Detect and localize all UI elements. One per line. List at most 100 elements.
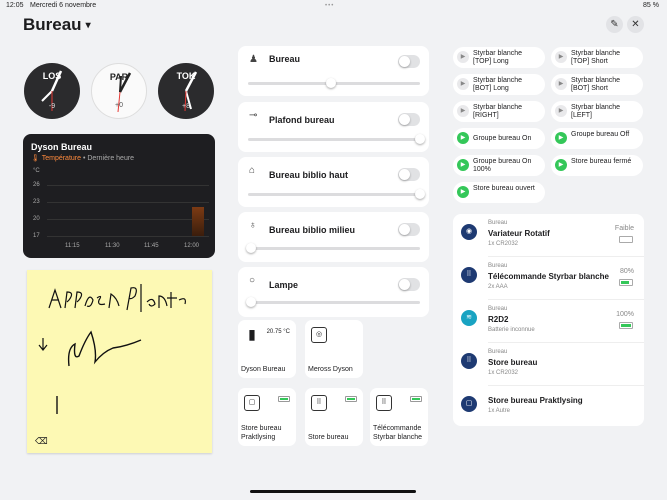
battery-icon	[619, 236, 633, 243]
temperature-chart-card[interactable]: Dyson Bureau 🌡 Température • Dernière he…	[23, 134, 215, 258]
scene-label: Styrbar blanche [BOT] Long	[473, 77, 523, 92]
tile-meross-dyson[interactable]: ◎ Meross Dyson	[305, 320, 363, 378]
scene-button[interactable]: ▶ Styrbar blanche [TOP] Short	[551, 47, 643, 68]
chevron-down-icon[interactable]: ▾	[86, 20, 91, 31]
light-toggle[interactable]	[398, 55, 420, 68]
sticky-note[interactable]: ⌫	[27, 270, 212, 453]
light-name: Plafond bureau	[269, 115, 335, 125]
clock-city: PAR	[109, 72, 129, 82]
device-battery-type: Batterie inconnue	[488, 327, 535, 333]
play-icon: ▶	[457, 186, 469, 198]
eraser-icon[interactable]: ⌫	[35, 436, 48, 447]
gridline	[47, 185, 209, 186]
bulb-icon: ♁	[249, 220, 257, 231]
tile-store-praktlysing[interactable]: ▢ Store bureau Praktlysing	[238, 388, 296, 446]
battery-level-text: 80%	[619, 268, 634, 275]
slider-thumb[interactable]	[246, 297, 256, 307]
battery-icon	[278, 396, 290, 402]
slider-thumb[interactable]	[246, 243, 256, 253]
multitask-dots[interactable]: •••	[325, 3, 334, 9]
clock-tok[interactable]: TOK +8	[158, 63, 214, 119]
tile-label: Store bureau	[308, 434, 349, 441]
light-toggle[interactable]	[398, 278, 420, 291]
brightness-slider[interactable]	[248, 134, 425, 144]
scene-button[interactable]: ▶ Styrbar blanche [BOT] Short	[551, 74, 643, 95]
gridline	[47, 236, 209, 237]
battery-fill	[621, 281, 629, 284]
scene-button[interactable]: ▶ Styrbar blanche [LEFT]	[551, 101, 643, 122]
light-card-bureau[interactable]: ♟ Bureau	[238, 46, 429, 96]
device-room: Bureau	[488, 220, 508, 226]
scene-button[interactable]: ▶ Store bureau fermé	[551, 155, 643, 176]
brightness-slider[interactable]	[246, 243, 420, 253]
light-card-lampe[interactable]: ○ Lampe	[238, 267, 429, 317]
scene-button[interactable]: ▶ Styrbar blanche [RIGHT]	[453, 101, 545, 122]
play-icon: ▶	[457, 105, 469, 117]
light-card-biblio-haut[interactable]: ⌂ Bureau biblio haut	[238, 157, 429, 207]
tile-telecommande-styrbar[interactable]: ⠿ Télécommande Styrbar blanche	[370, 388, 428, 446]
tile-label: Télécommande Styrbar blanche	[373, 425, 423, 441]
edit-button[interactable]: ✎	[606, 16, 623, 33]
chart-metric: Température	[41, 155, 82, 162]
light-card-plafond[interactable]: ⊸ Plafond bureau	[238, 102, 429, 152]
battery-icon	[619, 279, 633, 286]
remote-icon: ⠿	[461, 353, 477, 369]
scene-button[interactable]: ▶ Styrbar blanche [TOP] Long	[453, 47, 545, 68]
clock-city: TOK	[176, 71, 196, 81]
x-tick: 12:00	[184, 243, 200, 249]
light-card-biblio-milieu[interactable]: ♁ Bureau biblio milieu	[238, 212, 429, 262]
device-name: Store bureau Praktlysing	[488, 396, 583, 405]
brightness-slider[interactable]	[246, 297, 420, 307]
device-name: Variateur Rotatif	[488, 229, 550, 238]
scene-button[interactable]: ▶ Groupe bureau On	[453, 128, 545, 149]
play-icon: ▶	[555, 51, 567, 63]
brightness-slider[interactable]	[248, 189, 425, 199]
close-button[interactable]: ✕	[627, 16, 644, 33]
clock-offset: -9	[48, 103, 56, 110]
device-row[interactable]: ⠿ Bureau Télécommande Styrbar blanche 2x…	[453, 257, 644, 299]
blind-icon: ▢	[461, 396, 477, 412]
slider-thumb[interactable]	[415, 189, 425, 199]
scene-button[interactable]: ▶ Styrbar blanche [BOT] Long	[453, 74, 545, 95]
clock-city: LOS	[42, 71, 62, 81]
device-battery-type: 1x CR2032	[488, 370, 519, 376]
tile-dyson-bureau[interactable]: ▮ 20.75 °C Dyson Bureau	[238, 320, 296, 378]
scene-button[interactable]: ▶ Store bureau ouvert	[453, 182, 545, 203]
device-row[interactable]: ◉ Bureau Variateur Rotatif 1x CR2032 Fai…	[453, 214, 644, 256]
scene-button[interactable]: ▶ Groupe bureau Off	[551, 128, 643, 149]
tile-store-bureau[interactable]: ⠿ Store bureau	[305, 388, 363, 446]
page-title[interactable]: Bureau ▾	[23, 15, 91, 35]
device-row[interactable]: ⠿ Bureau Store bureau 1x CR2032	[453, 343, 644, 385]
device-name: Store bureau	[488, 358, 538, 367]
slider-thumb[interactable]	[325, 78, 336, 88]
device-row[interactable]: ▢ Store bureau Praktlysing 1x Autre	[453, 386, 644, 428]
scene-label: Groupe bureau Off	[571, 131, 630, 138]
play-icon: ▶	[555, 159, 567, 171]
clock-par[interactable]: PAR +0	[91, 63, 147, 119]
round-lamp-icon: ○	[249, 275, 256, 286]
light-toggle[interactable]	[398, 223, 420, 236]
clock-los[interactable]: LOS -9	[24, 63, 80, 119]
light-toggle[interactable]	[398, 168, 420, 181]
chart-subtitle: 🌡 Température • Dernière heure	[31, 154, 134, 162]
slider-thumb[interactable]	[415, 134, 425, 144]
device-row[interactable]: ≋ Bureau R2D2 Batterie inconnue 100%	[453, 300, 644, 342]
chart-bar	[192, 207, 204, 236]
scene-button[interactable]: ▶ Groupe bureau On 100%	[453, 155, 545, 176]
scene-label: Store bureau fermé	[571, 158, 632, 165]
light-name: Bureau biblio milieu	[269, 225, 356, 235]
light-toggle[interactable]	[398, 113, 420, 126]
brightness-slider[interactable]	[248, 78, 420, 88]
chart-period: • Dernière heure	[82, 155, 135, 162]
play-icon: ▶	[457, 78, 469, 90]
scene-label: Styrbar blanche [LEFT]	[571, 104, 621, 119]
tile-label: Store bureau Praktlysing	[241, 425, 282, 441]
light-name: Bureau biblio haut	[269, 170, 349, 180]
fan-tower-icon: ▮	[248, 326, 256, 342]
home-indicator[interactable]	[250, 490, 416, 493]
close-icon: ✕	[631, 19, 640, 30]
battery-icon	[410, 396, 422, 402]
light-name: Lampe	[269, 280, 299, 290]
status-date: Mercredi 6 novembre	[30, 2, 97, 9]
status-battery: 85 %	[643, 2, 659, 9]
